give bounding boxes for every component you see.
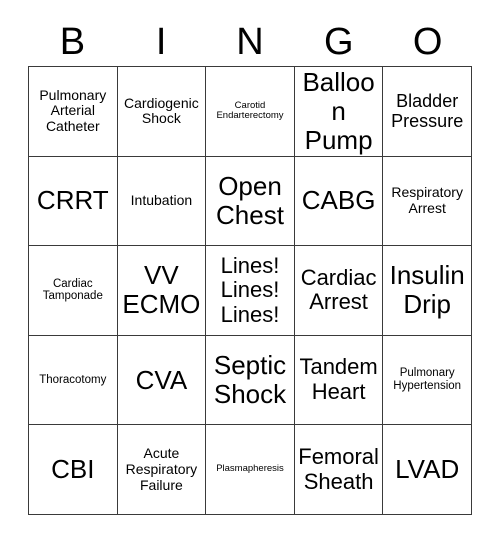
- header-letter-o: O: [412, 21, 443, 63]
- bingo-cell-label: LVAD: [395, 454, 460, 485]
- header-letter-n: N: [236, 21, 264, 63]
- bingo-cell[interactable]: Cardiogenic Shock: [117, 67, 207, 157]
- bingo-cell-label: Plasmapheresis: [216, 463, 284, 475]
- bingo-cell-label: CABG: [301, 185, 376, 216]
- bingo-cell-label: Insulin Drip: [389, 260, 465, 320]
- bingo-cell[interactable]: Lines! Lines! Lines!: [206, 246, 295, 336]
- bingo-cell[interactable]: Cardiac Tamponade: [29, 246, 118, 336]
- bingo-cell-label: Cardiac Arrest: [300, 264, 377, 315]
- bingo-cell-label: Carotid Endarterectomy: [216, 99, 284, 122]
- bingo-cell-label: Acute Respiratory Failure: [125, 445, 198, 493]
- bingo-cell[interactable]: Bladder Pressure: [383, 67, 472, 157]
- bingo-cell[interactable]: Carotid Endarterectomy: [206, 67, 295, 157]
- bingo-cell[interactable]: Femoral Sheath: [294, 425, 384, 515]
- bingo-cell-label: Thoracotomy: [39, 373, 107, 386]
- bingo-header: B I N G O: [28, 18, 472, 66]
- bingo-cell[interactable]: Intubation: [117, 156, 207, 247]
- bingo-cell[interactable]: Cardiac Arrest: [294, 246, 384, 336]
- bingo-cell-label: Femoral Sheath: [298, 444, 379, 494]
- bingo-cell-label: CRRT: [36, 185, 109, 216]
- bingo-cell-label: VV ECMO: [122, 260, 201, 320]
- bingo-cell-label: CBI: [51, 454, 95, 485]
- bingo-cell-label: Cardiac Tamponade: [42, 277, 103, 303]
- bingo-cell-label: Open Chest: [216, 170, 284, 230]
- bingo-cell[interactable]: Tandem Heart: [294, 335, 384, 426]
- bingo-cell[interactable]: Pulmonary Arterial Catheter: [29, 67, 118, 157]
- bingo-cell-label: CVA: [135, 364, 188, 395]
- bingo-cell[interactable]: CRRT: [29, 156, 118, 247]
- bingo-cell[interactable]: Plasmapheresis: [206, 425, 295, 515]
- bingo-cell-label: Intubation: [130, 192, 193, 209]
- bingo-cell[interactable]: Insulin Drip: [383, 246, 472, 336]
- bingo-cell[interactable]: VV ECMO: [117, 246, 207, 336]
- bingo-cell[interactable]: Pulmonary Hypertension: [383, 335, 472, 426]
- bingo-cell[interactable]: CABG: [294, 156, 384, 247]
- bingo-card: B I N G O Pulmonary Arterial Catheter Car…: [28, 18, 472, 515]
- bingo-cell-label: Pulmonary Hypertension: [393, 367, 462, 393]
- bingo-cell[interactable]: Balloon Pump: [294, 67, 384, 157]
- bingo-cell[interactable]: Open Chest: [206, 156, 295, 247]
- header-letter-i: I: [155, 21, 167, 63]
- bingo-cell-label: Cardiogenic Shock: [124, 94, 199, 127]
- bingo-cell[interactable]: Septic Shock: [206, 335, 295, 426]
- bingo-cell-label: Septic Shock: [213, 349, 287, 410]
- bingo-cell[interactable]: CVA: [117, 335, 207, 426]
- bingo-cell-label: Bladder Pressure: [391, 91, 464, 132]
- bingo-cell[interactable]: Respiratory Arrest: [383, 156, 472, 247]
- bingo-cell-label: Respiratory Arrest: [391, 184, 463, 216]
- bingo-cell[interactable]: Thoracotomy: [29, 335, 118, 426]
- bingo-cell[interactable]: CBI: [29, 425, 118, 515]
- bingo-cell[interactable]: LVAD: [383, 425, 472, 515]
- bingo-cell-label: Pulmonary Arterial Catheter: [39, 86, 107, 135]
- header-letter-g: G: [324, 21, 354, 63]
- bingo-grid: Pulmonary Arterial Catheter Cardiogenic S…: [28, 66, 472, 515]
- bingo-cell-label: Tandem Heart: [299, 354, 378, 405]
- bingo-cell-label: Balloon Pump: [302, 67, 375, 155]
- bingo-cell-label: Lines! Lines! Lines!: [220, 252, 280, 327]
- header-letter-b: B: [59, 21, 86, 63]
- bingo-cell[interactable]: Acute Respiratory Failure: [117, 425, 207, 515]
